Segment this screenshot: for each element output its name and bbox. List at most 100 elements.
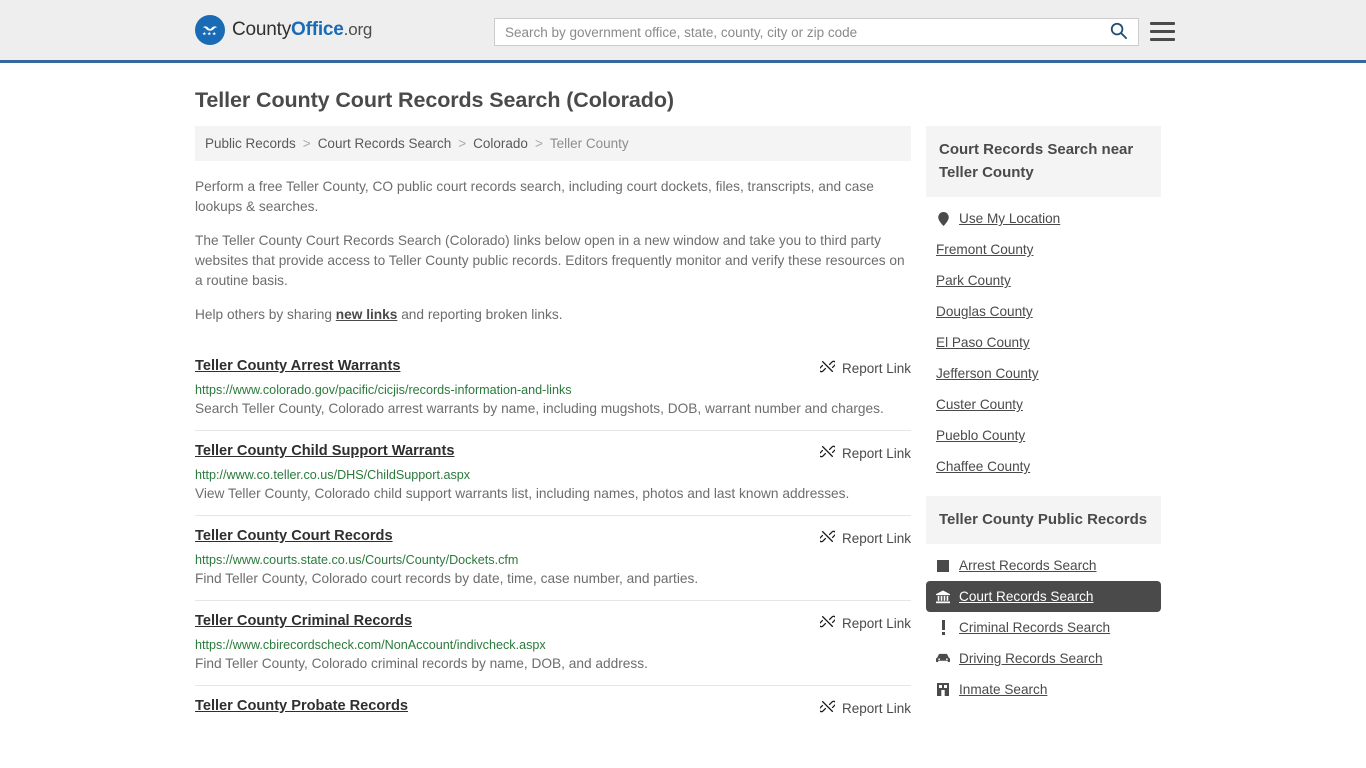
logo-text-office: Office bbox=[291, 19, 344, 40]
courthouse-icon bbox=[936, 589, 950, 604]
sidebar-item-label: Jefferson County bbox=[936, 366, 1039, 381]
sidebar-item-chaffee-county[interactable]: Chaffee County bbox=[926, 451, 1161, 482]
breadcrumb-separator: > bbox=[534, 136, 543, 151]
intro-text: Perform a free Teller County, CO public … bbox=[195, 177, 911, 325]
report-link-button[interactable]: Report Link bbox=[818, 528, 911, 547]
sidebar-item-label: El Paso County bbox=[936, 335, 1030, 350]
result-item: Teller County Criminal Records Report Li… bbox=[195, 600, 911, 685]
intro-p3-before: Help others by sharing bbox=[195, 307, 336, 322]
result-header: Teller County Criminal Records Report Li… bbox=[195, 613, 911, 632]
sidebar-item-fremont-county[interactable]: Fremont County bbox=[926, 234, 1161, 265]
intro-paragraph-2: The Teller County Court Records Search (… bbox=[195, 233, 905, 288]
broken-link-icon bbox=[818, 359, 837, 377]
eagle-seal-icon bbox=[195, 15, 225, 45]
intro-paragraph-1: Perform a free Teller County, CO public … bbox=[195, 179, 874, 214]
broken-link-icon bbox=[818, 699, 837, 717]
result-item: Teller County Arrest Warrants Report Lin… bbox=[195, 346, 911, 430]
map-pin-icon bbox=[936, 211, 950, 226]
sidebar-item-arrest-records-search[interactable]: Arrest Records Search bbox=[926, 550, 1161, 581]
breadcrumb-item-public-records[interactable]: Public Records bbox=[205, 136, 296, 151]
result-url: https://www.cbirecordscheck.com/NonAccou… bbox=[195, 638, 546, 652]
report-link-button[interactable]: Report Link bbox=[818, 443, 911, 462]
report-link-label: Report Link bbox=[841, 530, 911, 546]
report-link-button[interactable]: Report Link bbox=[818, 613, 911, 632]
sidebar-item-label: Douglas County bbox=[936, 304, 1033, 319]
intro-p3-after: and reporting broken links. bbox=[397, 307, 563, 322]
report-link-button[interactable]: Report Link bbox=[818, 698, 911, 717]
intro-paragraph-3: Help others by sharing new links and rep… bbox=[195, 305, 911, 325]
sidebar-item-douglas-county[interactable]: Douglas County bbox=[926, 296, 1161, 327]
sidebar-item-label: Park County bbox=[936, 273, 1011, 288]
new-links-link[interactable]: new links bbox=[336, 307, 398, 322]
nearby-searches-heading: Court Records Search near Teller County bbox=[926, 126, 1161, 197]
result-item: Teller County Probate Records Report Lin… bbox=[195, 685, 911, 728]
page-body: Teller County Court Records Search (Colo… bbox=[0, 88, 1366, 728]
sidebar-item-label: Criminal Records Search bbox=[959, 620, 1111, 635]
result-item: Teller County Child Support Warrants Rep… bbox=[195, 430, 911, 515]
sidebar-item-pueblo-county[interactable]: Pueblo County bbox=[926, 420, 1161, 451]
public-records-box: Teller County Public Records Arrest Reco… bbox=[926, 496, 1161, 705]
sidebar-item-label: Inmate Search bbox=[959, 682, 1048, 697]
logo-text-org: .org bbox=[343, 20, 373, 39]
result-description: Find Teller County, Colorado court recor… bbox=[195, 571, 699, 586]
sidebar-item-custer-county[interactable]: Custer County bbox=[926, 389, 1161, 420]
page-title: Teller County Court Records Search (Colo… bbox=[195, 88, 674, 112]
breadcrumb-item-court-records-search[interactable]: Court Records Search bbox=[318, 136, 452, 151]
content-columns: Public Records > Court Records Search > … bbox=[195, 126, 1171, 728]
result-header: Teller County Child Support Warrants Rep… bbox=[195, 443, 911, 462]
result-title-link[interactable]: Teller County Court Records bbox=[195, 528, 393, 544]
result-title-link[interactable]: Teller County Probate Records bbox=[195, 698, 408, 714]
site-header: CountyOffice.org bbox=[0, 0, 1366, 63]
public-records-heading: Teller County Public Records bbox=[926, 496, 1161, 544]
main-column: Public Records > Court Records Search > … bbox=[195, 126, 911, 728]
results-list: Teller County Arrest Warrants Report Lin… bbox=[195, 346, 911, 728]
hamburger-menu-icon[interactable] bbox=[1150, 19, 1175, 44]
sidebar-item-el-paso-county[interactable]: El Paso County bbox=[926, 327, 1161, 358]
report-link-label: Report Link bbox=[841, 360, 911, 376]
building-icon bbox=[936, 682, 950, 697]
sidebar-item-jefferson-county[interactable]: Jefferson County bbox=[926, 358, 1161, 389]
sidebar-item-court-records-search[interactable]: Court Records Search bbox=[926, 581, 1161, 612]
result-url: http://www.co.teller.co.us/DHS/ChildSupp… bbox=[195, 468, 471, 482]
report-link-label: Report Link bbox=[841, 445, 911, 461]
result-title-link[interactable]: Teller County Criminal Records bbox=[195, 613, 412, 629]
result-header: Teller County Probate Records Report Lin… bbox=[195, 698, 911, 717]
sidebar-item-criminal-records-search[interactable]: Criminal Records Search bbox=[926, 612, 1161, 643]
search-input[interactable] bbox=[495, 19, 1098, 45]
sidebar: Court Records Search near Teller County … bbox=[926, 126, 1161, 719]
result-url: https://www.courts.state.co.us/Courts/Co… bbox=[195, 553, 519, 567]
site-logo[interactable]: CountyOffice.org bbox=[195, 15, 372, 45]
sidebar-item-label: Pueblo County bbox=[936, 428, 1026, 443]
sidebar-item-label: Court Records Search bbox=[959, 589, 1094, 604]
result-item: Teller County Court Records Report Link bbox=[195, 515, 911, 600]
report-link-button[interactable]: Report Link bbox=[818, 358, 911, 377]
search-bar bbox=[494, 18, 1139, 46]
broken-link-icon bbox=[818, 529, 837, 547]
result-title-link[interactable]: Teller County Child Support Warrants bbox=[195, 443, 454, 459]
broken-link-icon bbox=[818, 444, 837, 462]
sidebar-item-label: Fremont County bbox=[936, 242, 1034, 257]
breadcrumb-separator: > bbox=[302, 136, 311, 151]
square-badge-icon bbox=[936, 558, 950, 573]
breadcrumb-separator: > bbox=[458, 136, 467, 151]
result-header: Teller County Court Records Report Link bbox=[195, 528, 911, 547]
sidebar-item-driving-records-search[interactable]: Driving Records Search bbox=[926, 643, 1161, 674]
sidebar-item-label: Chaffee County bbox=[936, 459, 1031, 474]
sidebar-item-label: Driving Records Search bbox=[959, 651, 1103, 666]
logo-text: CountyOffice.org bbox=[232, 19, 372, 41]
sidebar-item-park-county[interactable]: Park County bbox=[926, 265, 1161, 296]
nearby-searches-box: Court Records Search near Teller County … bbox=[926, 126, 1161, 482]
report-link-label: Report Link bbox=[841, 615, 911, 631]
exclamation-icon bbox=[936, 620, 950, 635]
breadcrumb-item-colorado[interactable]: Colorado bbox=[473, 136, 528, 151]
broken-link-icon bbox=[818, 614, 837, 632]
breadcrumb: Public Records > Court Records Search > … bbox=[195, 126, 911, 161]
search-icon bbox=[1109, 21, 1128, 43]
search-button[interactable] bbox=[1098, 19, 1138, 45]
sidebar-item-use-my-location[interactable]: Use My Location bbox=[926, 203, 1161, 234]
result-description: Search Teller County, Colorado arrest wa… bbox=[195, 401, 884, 416]
result-title-link[interactable]: Teller County Arrest Warrants bbox=[195, 358, 400, 374]
sidebar-item-inmate-search[interactable]: Inmate Search bbox=[926, 674, 1161, 705]
sidebar-item-label: Custer County bbox=[936, 397, 1023, 412]
result-description: View Teller County, Colorado child suppo… bbox=[195, 486, 850, 501]
